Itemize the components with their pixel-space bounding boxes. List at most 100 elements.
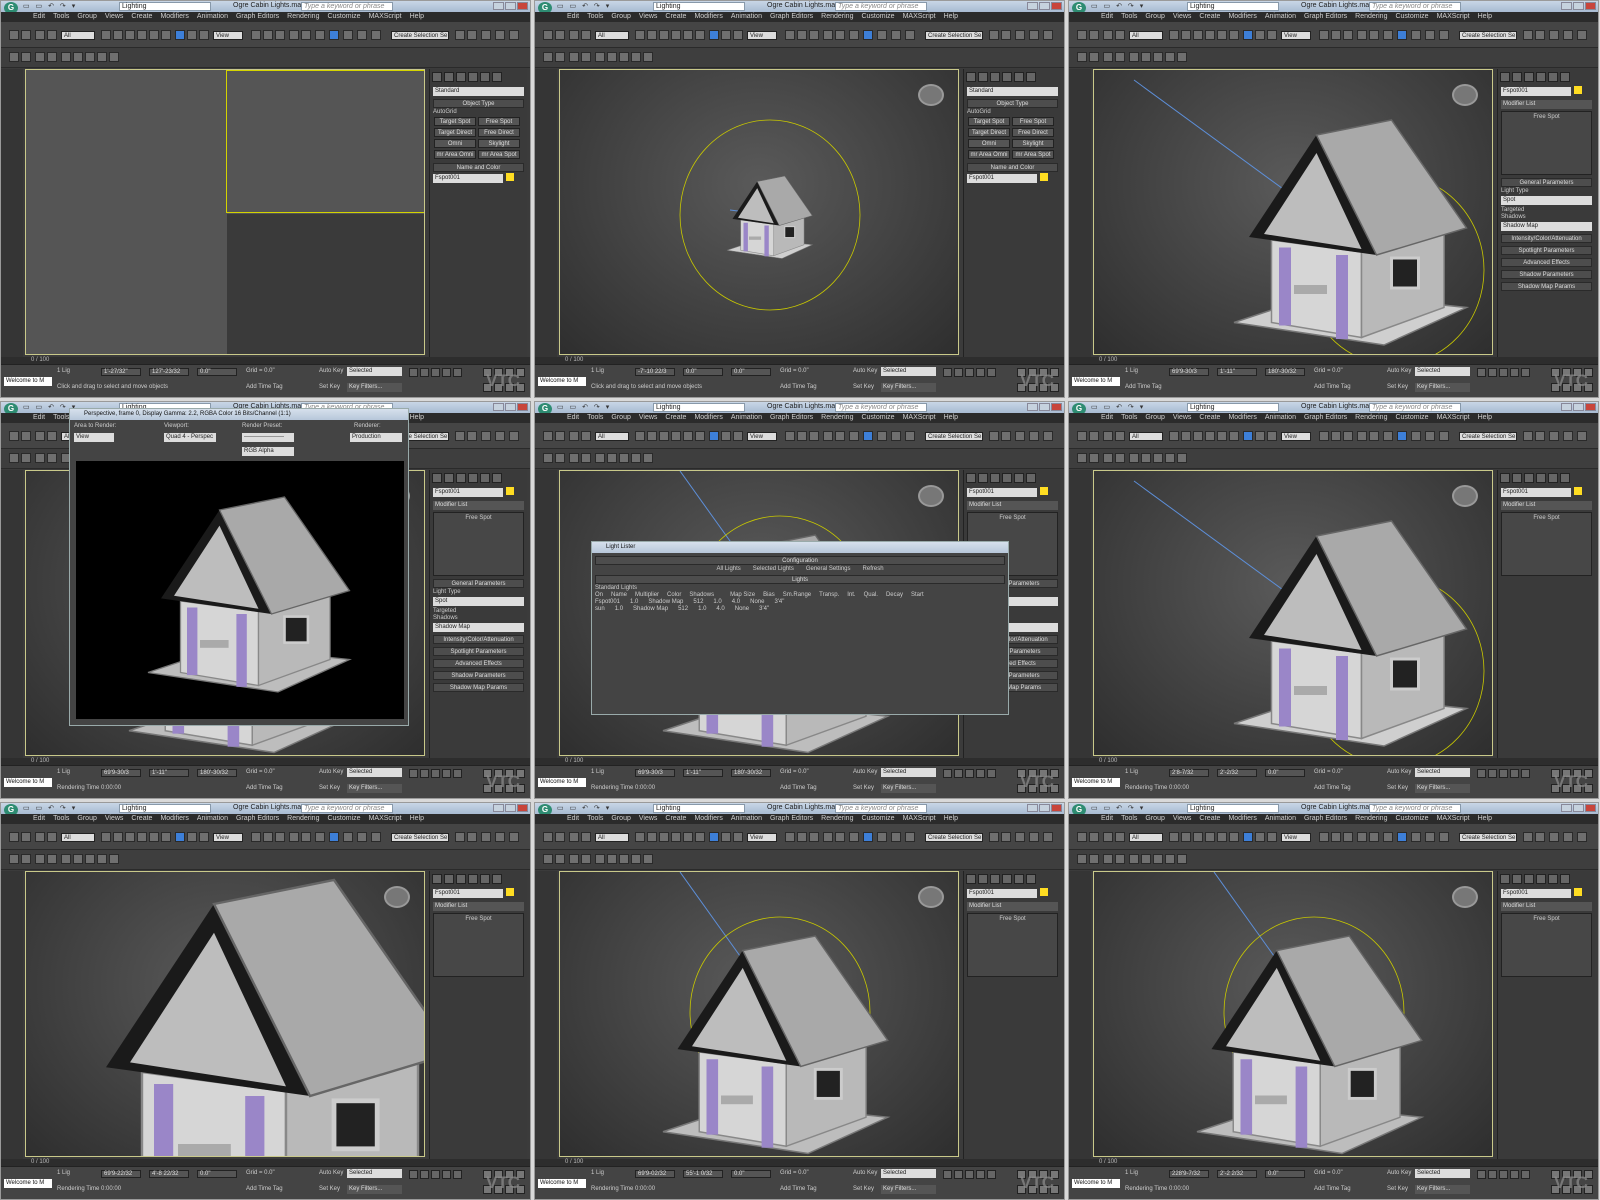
ribbon-tool-icon[interactable] (1089, 52, 1099, 62)
object-color-swatch[interactable] (1574, 888, 1582, 897)
menu-item[interactable]: Create (1199, 12, 1220, 22)
toolbar-tool-icon[interactable] (891, 832, 901, 842)
viewport-layout-tab[interactable] (1, 871, 23, 1161)
ribbon-tool-icon[interactable] (1103, 854, 1113, 864)
menu-item[interactable]: Graph Editors (236, 814, 279, 824)
toolbar-tool-icon[interactable] (1331, 431, 1341, 441)
go-to-start-icon[interactable] (1477, 1170, 1486, 1179)
object-name-field[interactable]: Fspot001 (433, 174, 503, 183)
toolbar-tool-icon[interactable] (1229, 30, 1239, 40)
y-coord-field[interactable]: 2'-2/32 (1217, 769, 1257, 777)
toolbar-tool-icon[interactable] (1015, 832, 1025, 842)
named-selection-dropdown[interactable]: Create Selection Se (925, 31, 983, 40)
go-to-end-icon[interactable] (1521, 368, 1530, 377)
display-tab-icon[interactable] (480, 874, 490, 884)
light-button[interactable]: Target Spot (434, 117, 476, 126)
menu-item[interactable]: Edit (567, 12, 579, 22)
object-color-swatch[interactable] (506, 487, 514, 496)
toolbar-tool-icon[interactable] (495, 431, 505, 441)
render-frame-window[interactable]: Perspective, frame 0, Display Gamma: 2.2… (69, 408, 409, 726)
ribbon-tool-icon[interactable] (9, 453, 19, 463)
create-tab-icon[interactable] (1500, 72, 1510, 82)
toolbar-tool-icon[interactable] (1169, 832, 1179, 842)
menu-item[interactable]: Modifiers (694, 12, 722, 22)
light-cell-multiplier[interactable]: 1.0 (630, 599, 638, 605)
menu-item[interactable]: MAXScript (1437, 12, 1470, 22)
auto-key-button[interactable]: Auto Key (1387, 368, 1411, 374)
menu-item[interactable]: Tools (587, 413, 603, 423)
x-coord-field[interactable]: 69'9-30/3 (1169, 368, 1209, 376)
key-filters-button[interactable]: Key Filters... (881, 1185, 936, 1194)
light-button[interactable]: Omni (434, 139, 476, 148)
toolbar-tool-icon[interactable] (709, 431, 719, 441)
menu-item[interactable]: Animation (1265, 12, 1296, 22)
toolbar-tool-icon[interactable] (1411, 431, 1421, 441)
light-type-dropdown[interactable]: Spot (433, 597, 524, 606)
toolbar-tool-icon[interactable] (455, 431, 465, 441)
close-button[interactable] (1051, 804, 1062, 812)
workspace-dropdown[interactable]: Lighting (1187, 804, 1279, 813)
menu-item[interactable]: Help (1478, 413, 1492, 423)
toolbar-tool-icon[interactable] (1001, 431, 1011, 441)
ribbon-tool-icon[interactable] (35, 52, 45, 62)
viewport-left[interactable] (26, 213, 226, 354)
toolbar-tool-icon[interactable] (835, 30, 845, 40)
menu-item[interactable]: Edit (33, 12, 45, 22)
toolbar-tool-icon[interactable] (1331, 832, 1341, 842)
quick-access-toolbar[interactable]: ▭ ▭ ↶ ↷ ▾ (557, 804, 611, 812)
ribbon-tool-icon[interactable] (21, 52, 31, 62)
object-name-field[interactable]: Fspot001 (1501, 87, 1571, 96)
ribbon-tool-icon[interactable] (1115, 453, 1125, 463)
search-input[interactable]: Type a keyword or phrase (301, 804, 393, 813)
light-cell-name[interactable]: sun (595, 606, 605, 612)
close-button[interactable] (1051, 403, 1062, 411)
viewport[interactable] (559, 69, 959, 355)
toolbar-tool-icon[interactable] (343, 832, 353, 842)
toolbar-tool-icon[interactable] (329, 832, 339, 842)
add-time-tag[interactable]: Add Time Tag (1314, 384, 1351, 390)
minimize-button[interactable] (1027, 403, 1038, 411)
prev-frame-icon[interactable] (954, 368, 963, 377)
toolbar-tool-icon[interactable] (275, 832, 285, 842)
utilities-tab-icon[interactable] (1560, 874, 1570, 884)
hierarchy-tab-icon[interactable] (990, 72, 1000, 82)
toolbar-tool-icon[interactable] (275, 30, 285, 40)
create-tab-icon[interactable] (432, 874, 442, 884)
go-to-start-icon[interactable] (1477, 368, 1486, 377)
toolbar-tool-icon[interactable] (47, 30, 57, 40)
toolbar-tool-icon[interactable] (343, 30, 353, 40)
minimize-button[interactable] (1561, 804, 1572, 812)
toolbar-tool-icon[interactable] (1255, 30, 1265, 40)
ribbon-tool-icon[interactable] (1103, 52, 1113, 62)
ribbon-tool-icon[interactable] (619, 854, 629, 864)
general-parameters-rollout[interactable]: General Parameters (433, 579, 524, 588)
viewport-layout-tab[interactable] (1069, 470, 1091, 760)
light-button[interactable]: mr Area Omni (434, 150, 476, 159)
viewport[interactable] (25, 871, 425, 1157)
viewport-front[interactable] (226, 70, 424, 213)
toolbar-tool-icon[interactable] (301, 832, 311, 842)
workspace-dropdown[interactable]: Lighting (653, 403, 745, 412)
toolbar-tool-icon[interactable] (1535, 832, 1545, 842)
menu-item[interactable]: Modifiers (160, 814, 188, 824)
config-option-radio[interactable]: General Settings (806, 566, 851, 572)
ribbon-tool-icon[interactable] (1141, 453, 1151, 463)
go-to-end-icon[interactable] (453, 368, 462, 377)
set-key-button[interactable]: Set Key (853, 1186, 874, 1192)
key-filters-button[interactable]: Key Filters... (347, 1185, 402, 1194)
toolbar-tool-icon[interactable] (1523, 30, 1533, 40)
maxscript-listener[interactable]: Welcome to M (538, 377, 586, 386)
ribbon-tool-icon[interactable] (581, 854, 591, 864)
quick-access-toolbar[interactable]: ▭ ▭ ↶ ↷ ▾ (23, 804, 77, 812)
toolbar-tool-icon[interactable] (187, 30, 197, 40)
light-row[interactable]: Fspot001 1.0 Shadow Map 512 1.0 4.0 None 3'4" (595, 599, 1005, 605)
key-filters-button[interactable]: Key Filters... (347, 383, 402, 392)
search-input[interactable]: Type a keyword or phrase (1369, 2, 1461, 11)
toolbar-tool-icon[interactable] (1029, 431, 1039, 441)
menu-item[interactable]: Modifiers (1228, 814, 1256, 824)
targeted-checkbox[interactable]: Targeted (433, 608, 524, 614)
toolbar-tool-icon[interactable] (785, 431, 795, 441)
ribbon-tool-icon[interactable] (85, 52, 95, 62)
modify-tab-icon[interactable] (978, 874, 988, 884)
toolbar-tool-icon[interactable] (797, 431, 807, 441)
